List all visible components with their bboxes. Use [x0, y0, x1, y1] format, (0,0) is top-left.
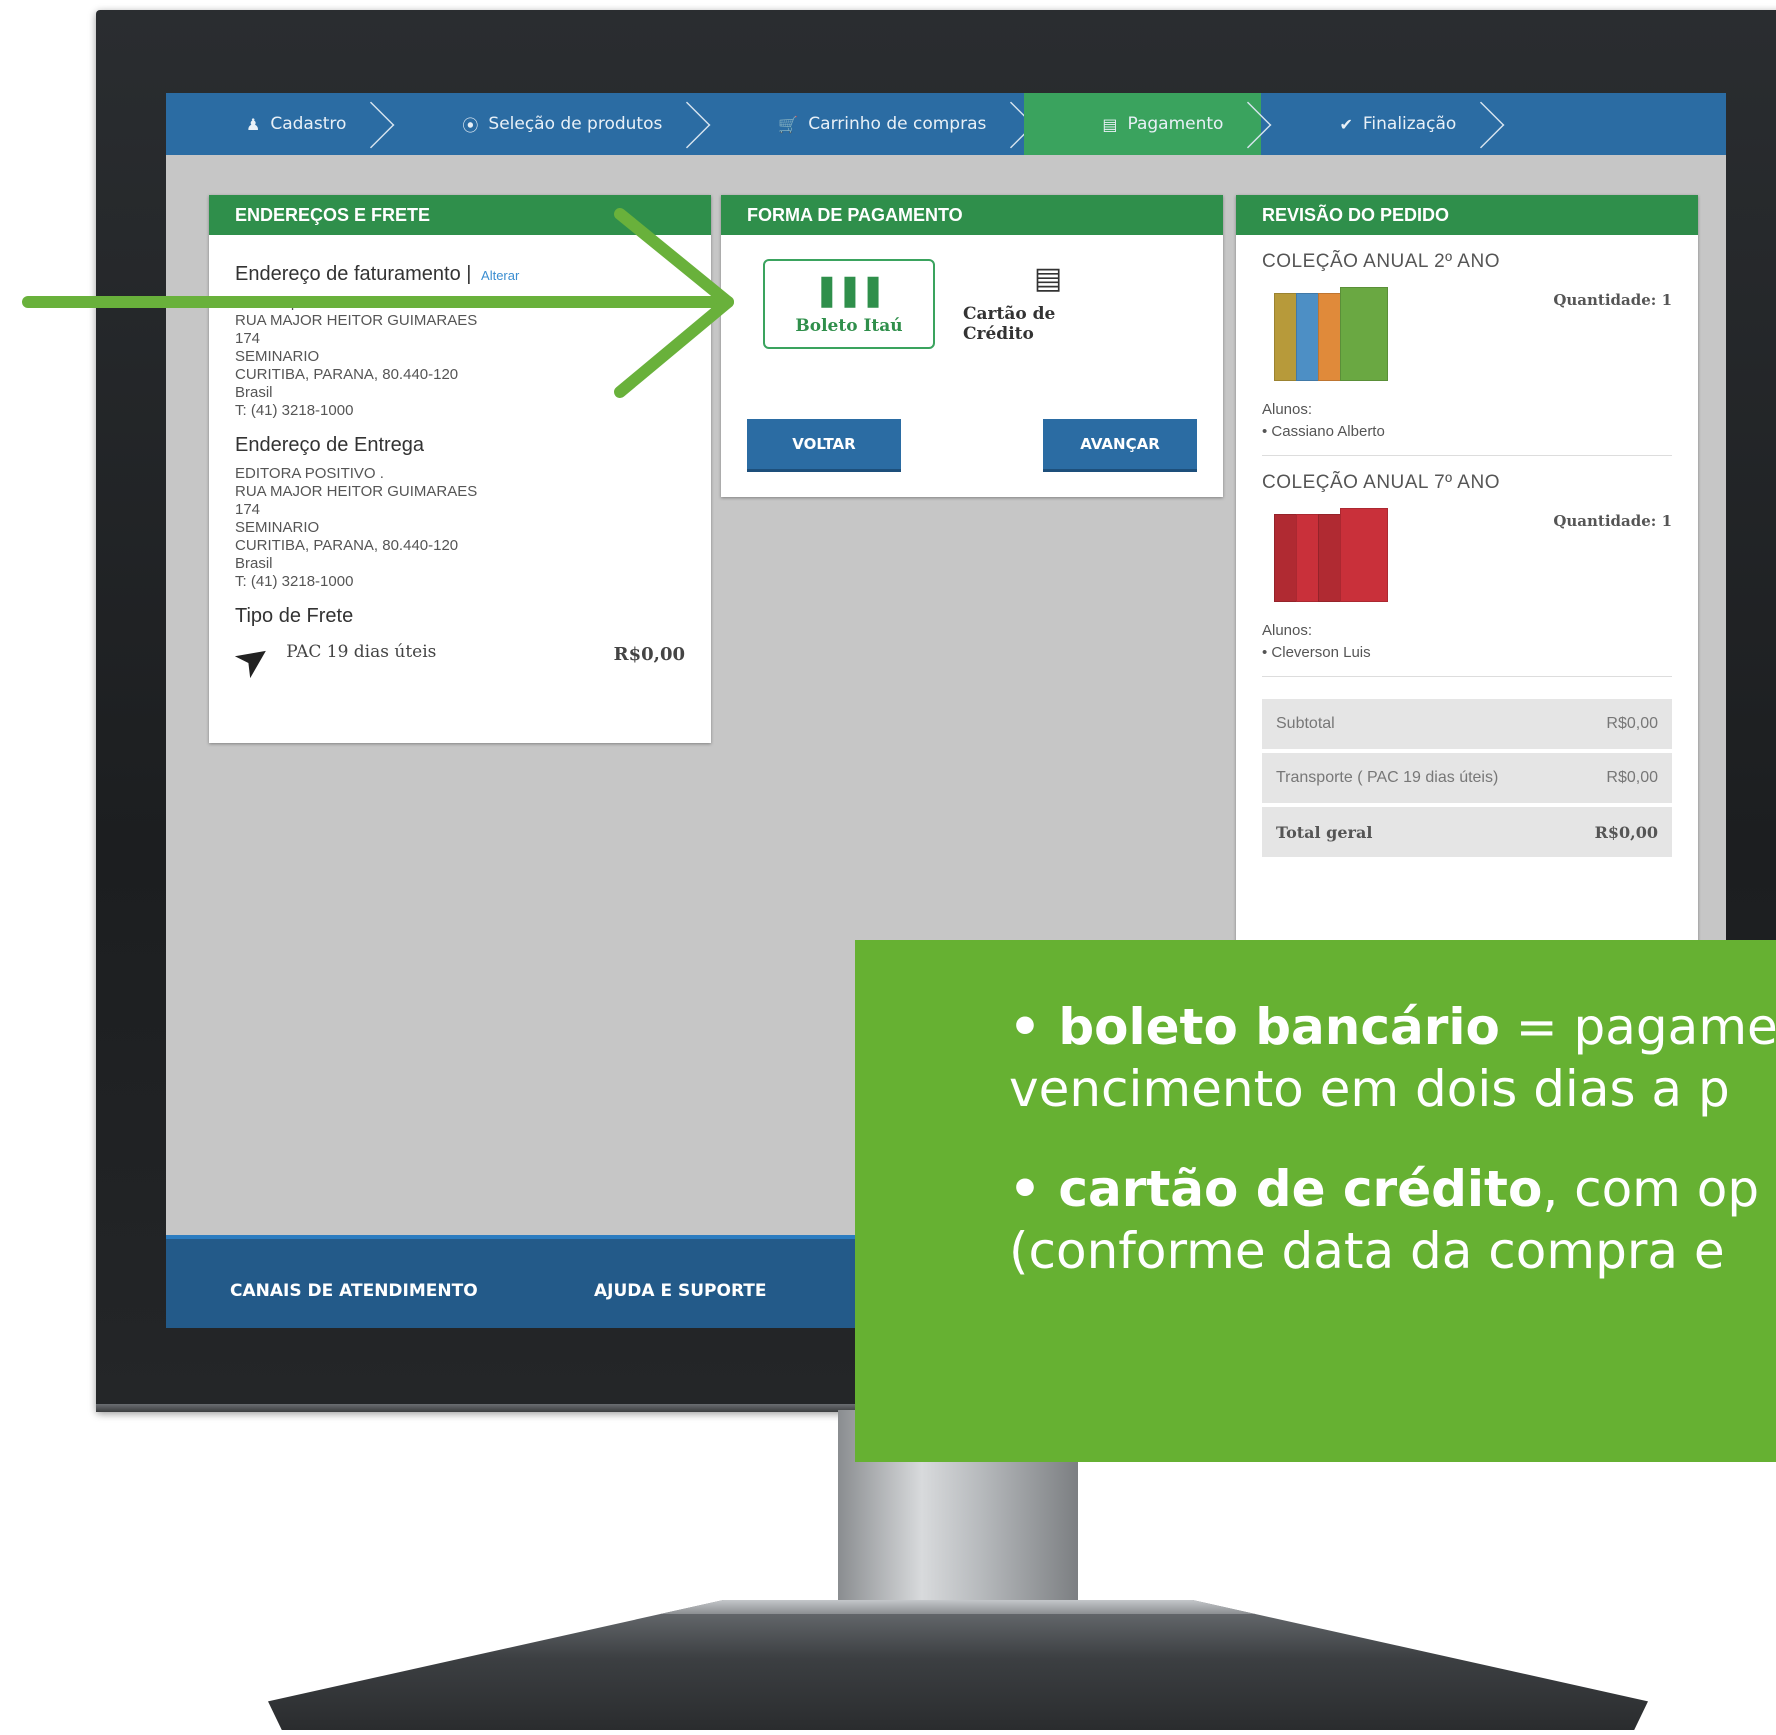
callout-line: • boleto bancário = pagame: [1009, 998, 1776, 1056]
payment-info-callout: • boleto bancário = pagame vencimento em…: [855, 940, 1776, 1462]
annotation-arrow: [22, 208, 734, 398]
callout-line: vencimento em dois dias a p: [1009, 1060, 1730, 1118]
callout-line: • cartão de crédito, com op: [1009, 1160, 1760, 1218]
callout-line: (conforme data da compra e: [1009, 1222, 1725, 1280]
